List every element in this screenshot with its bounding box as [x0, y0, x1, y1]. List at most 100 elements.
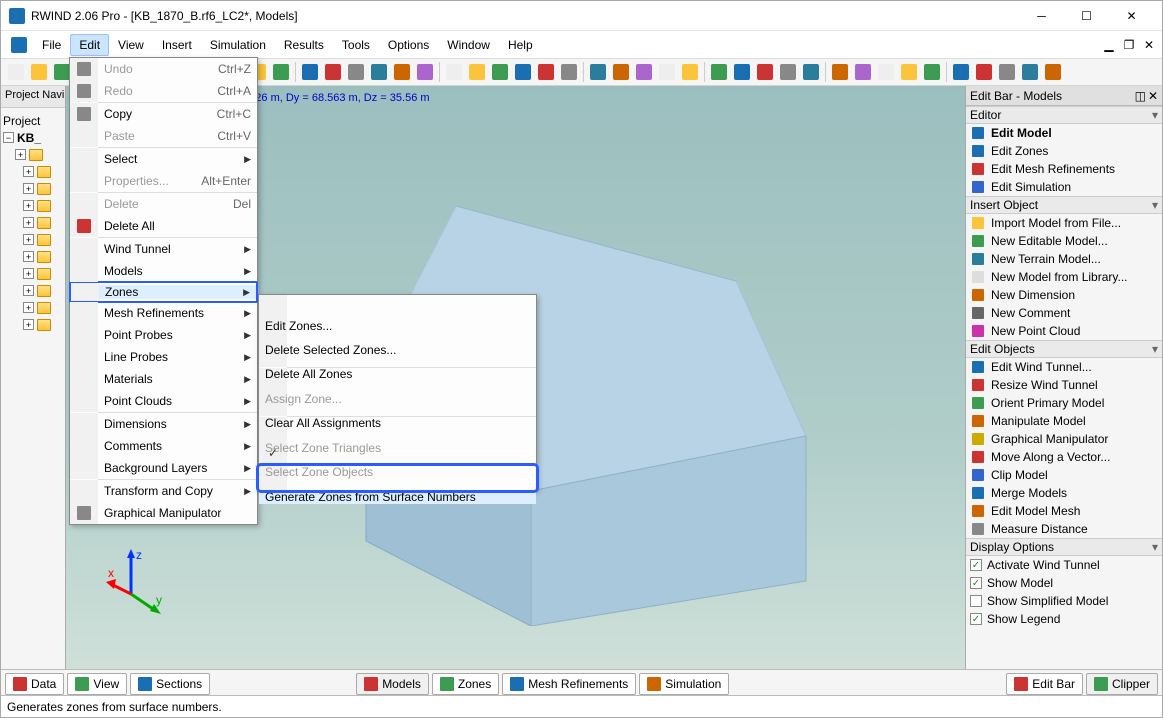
- edit-menu-line-probes[interactable]: Line Probes▶: [70, 346, 257, 368]
- editbar-new-point-cloud[interactable]: New Point Cloud: [966, 322, 1162, 340]
- toolbar-button-23[interactable]: [558, 61, 580, 83]
- edit-menu-models[interactable]: Models▶: [70, 260, 257, 282]
- editbar-show-legend[interactable]: ✓Show Legend: [966, 610, 1162, 628]
- toolbar-button-19[interactable]: [466, 61, 488, 83]
- toolbar-button-16[interactable]: [391, 61, 413, 83]
- toolbar-button-38[interactable]: [921, 61, 943, 83]
- editbar-new-terrain-model-[interactable]: New Terrain Model...: [966, 250, 1162, 268]
- section-editor[interactable]: Editor▾: [966, 106, 1162, 124]
- menu-window[interactable]: Window: [438, 34, 499, 56]
- editbar-edit-zones[interactable]: Edit Zones: [966, 142, 1162, 160]
- menu-tools[interactable]: Tools: [333, 34, 379, 56]
- toolbar-button-25[interactable]: [610, 61, 632, 83]
- toolbar-button-35[interactable]: [852, 61, 874, 83]
- editbar-clip-model[interactable]: Clip Model: [966, 466, 1162, 484]
- editbar-activate-wind-tunnel[interactable]: ✓Activate Wind Tunnel: [966, 556, 1162, 574]
- toolbar-button-37[interactable]: [898, 61, 920, 83]
- editbar-edit-mesh-refinements[interactable]: Edit Mesh Refinements: [966, 160, 1162, 178]
- edit-menu-zones[interactable]: Zones▶: [69, 281, 258, 303]
- tab-models[interactable]: Models: [356, 673, 429, 695]
- edit-menu-copy[interactable]: CopyCtrl+C: [70, 103, 257, 125]
- toolbar-button-32[interactable]: [777, 61, 799, 83]
- minimize-button[interactable]: ─: [1019, 2, 1064, 30]
- tab-zones[interactable]: Zones: [432, 673, 499, 695]
- checkbox-icon[interactable]: [970, 595, 982, 607]
- editbar-move-along-a-vector-[interactable]: Move Along a Vector...: [966, 448, 1162, 466]
- editbar-edit-simulation[interactable]: Edit Simulation: [966, 178, 1162, 196]
- tab-clipper[interactable]: Clipper: [1086, 673, 1158, 695]
- toolbar-button-43[interactable]: [1042, 61, 1064, 83]
- editbar-new-editable-model-[interactable]: New Editable Model...: [966, 232, 1162, 250]
- editbar-edit-wind-tunnel-[interactable]: Edit Wind Tunnel...: [966, 358, 1162, 376]
- toolbar-button-13[interactable]: [322, 61, 344, 83]
- section-edit-objects[interactable]: Edit Objects▾: [966, 340, 1162, 358]
- tree-toggle[interactable]: +: [23, 200, 34, 211]
- toolbar-button-20[interactable]: [489, 61, 511, 83]
- editbar-measure-distance[interactable]: Measure Distance: [966, 520, 1162, 538]
- tab-edit-bar[interactable]: Edit Bar: [1006, 673, 1083, 695]
- editbar-show-simplified-model[interactable]: Show Simplified Model: [966, 592, 1162, 610]
- section-display-options[interactable]: Display Options▾: [966, 538, 1162, 556]
- edit-menu-point-clouds[interactable]: Point Clouds▶: [70, 390, 257, 412]
- menu-file[interactable]: File: [33, 34, 70, 56]
- toolbar-button-21[interactable]: [512, 61, 534, 83]
- toolbar-button-11[interactable]: [270, 61, 292, 83]
- edit-menu-point-probes[interactable]: Point Probes▶: [70, 324, 257, 346]
- editbar-resize-wind-tunnel[interactable]: Resize Wind Tunnel: [966, 376, 1162, 394]
- tree-toggle[interactable]: +: [23, 251, 34, 262]
- toolbar-button-18[interactable]: [443, 61, 465, 83]
- section-insert-object[interactable]: Insert Object▾: [966, 196, 1162, 214]
- edit-menu-wind-tunnel[interactable]: Wind Tunnel▶: [70, 238, 257, 260]
- pin-icon[interactable]: ◫: [1135, 89, 1146, 103]
- editbar-orient-primary-model[interactable]: Orient Primary Model: [966, 394, 1162, 412]
- edit-menu-transform-and-copy[interactable]: Transform and Copy▶: [70, 480, 257, 502]
- tab-mesh-refinements[interactable]: Mesh Refinements: [502, 673, 636, 695]
- tree-toggle[interactable]: +: [23, 319, 34, 330]
- tab-data[interactable]: Data: [5, 673, 64, 695]
- menu-simulation[interactable]: Simulation: [201, 34, 275, 56]
- toolbar-button-33[interactable]: [800, 61, 822, 83]
- edit-menu-dimensions[interactable]: Dimensions▶: [70, 413, 257, 435]
- toolbar-button-34[interactable]: [829, 61, 851, 83]
- edit-menu-comments[interactable]: Comments▶: [70, 435, 257, 457]
- maximize-button[interactable]: ☐: [1064, 2, 1109, 30]
- toolbar-button-0[interactable]: [5, 61, 27, 83]
- toolbar-button-17[interactable]: [414, 61, 436, 83]
- tree-toggle[interactable]: +: [23, 183, 34, 194]
- menu-view[interactable]: View: [109, 34, 153, 56]
- tree-toggle[interactable]: +: [23, 268, 34, 279]
- menu-edit[interactable]: Edit: [70, 34, 109, 56]
- tab-sections[interactable]: Sections: [130, 673, 210, 695]
- editbar-show-model[interactable]: ✓Show Model: [966, 574, 1162, 592]
- edit-menu-mesh-refinements[interactable]: Mesh Refinements▶: [70, 302, 257, 324]
- toolbar-button-24[interactable]: [587, 61, 609, 83]
- zones-menu-edit-zones-[interactable]: Edit Zones...: [259, 295, 536, 319]
- editbar-graphical-manipulator[interactable]: Graphical Manipulator: [966, 430, 1162, 448]
- editbar-manipulate-model[interactable]: Manipulate Model: [966, 412, 1162, 430]
- menu-results[interactable]: Results: [275, 34, 333, 56]
- editbar-new-comment[interactable]: New Comment: [966, 304, 1162, 322]
- tree-toggle[interactable]: +: [23, 285, 34, 296]
- tree-toggle[interactable]: +: [23, 166, 34, 177]
- toolbar-button-22[interactable]: [535, 61, 557, 83]
- toolbar-button-28[interactable]: [679, 61, 701, 83]
- toolbar-button-15[interactable]: [368, 61, 390, 83]
- tree-toggle[interactable]: +: [15, 149, 26, 160]
- editbar-import-model-from-file-[interactable]: Import Model from File...: [966, 214, 1162, 232]
- toolbar-button-27[interactable]: [656, 61, 678, 83]
- menu-options[interactable]: Options: [379, 34, 438, 56]
- close-panel-icon[interactable]: ✕: [1148, 89, 1158, 103]
- tree-toggle[interactable]: +: [23, 217, 34, 228]
- edit-menu-select[interactable]: Select▶: [70, 148, 257, 170]
- menu-help[interactable]: Help: [499, 34, 542, 56]
- toolbar-button-36[interactable]: [875, 61, 897, 83]
- toolbar-button-30[interactable]: [731, 61, 753, 83]
- menu-insert[interactable]: Insert: [153, 34, 201, 56]
- mdi-minimize[interactable]: ▁: [1100, 37, 1118, 53]
- toolbar-button-31[interactable]: [754, 61, 776, 83]
- toolbar-button-1[interactable]: [28, 61, 50, 83]
- toolbar-button-14[interactable]: [345, 61, 367, 83]
- project-tree[interactable]: Project −KB_ +++++++++++: [1, 108, 65, 337]
- mdi-restore[interactable]: ❐: [1120, 37, 1138, 53]
- edit-menu-delete-all[interactable]: Delete All: [70, 215, 257, 237]
